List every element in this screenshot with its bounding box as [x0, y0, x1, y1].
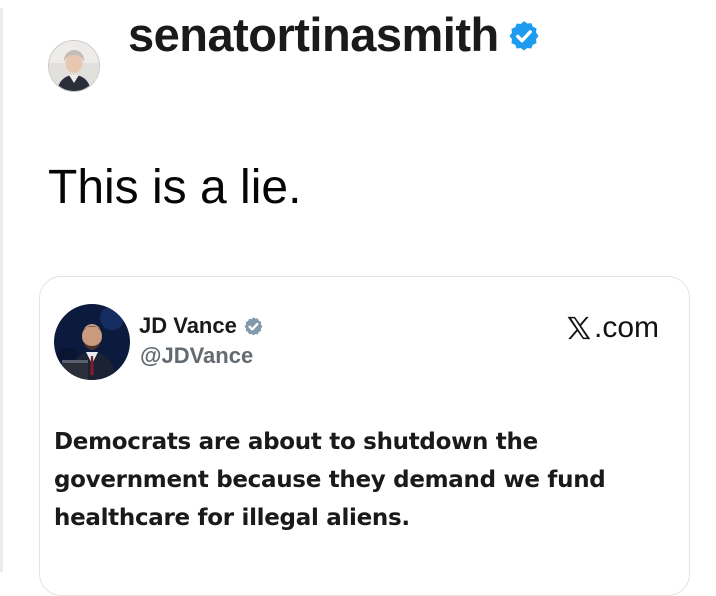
source-link[interactable]: .com	[565, 311, 659, 345]
thread-edge-line	[0, 8, 3, 572]
quoted-display-name[interactable]: JD Vance	[139, 313, 237, 339]
author-username[interactable]: senatortinasmith	[128, 7, 499, 62]
post-text: This is a lie.	[48, 161, 302, 214]
author-header: senatortinasmith	[128, 4, 541, 64]
quoted-author-avatar-image	[54, 304, 130, 380]
quoted-text-line: government because they demand we fund	[54, 467, 606, 493]
quoted-verified-badge-icon	[244, 317, 263, 336]
quoted-author-avatar[interactable]	[54, 304, 130, 380]
quoted-post-text: Democrats are about to shutdown the gove…	[54, 423, 674, 537]
quoted-post-card[interactable]: JD Vance @JDVance .com Democrats are abo…	[39, 276, 690, 596]
quoted-text-line: Democrats are about to shutdown the	[54, 429, 538, 455]
x-logo-icon	[567, 316, 591, 340]
verified-badge-icon	[509, 21, 539, 51]
author-avatar[interactable]	[48, 40, 100, 92]
quoted-text-line: healthcare for illegal aliens.	[54, 505, 410, 531]
quoted-author-header: JD Vance	[139, 311, 264, 341]
author-avatar-image	[49, 41, 99, 91]
source-label: .com	[593, 311, 659, 344]
post-container: senatortinasmith This is a lie. JD Vance…	[0, 0, 716, 596]
quoted-handle[interactable]: @JDVance	[140, 343, 253, 369]
